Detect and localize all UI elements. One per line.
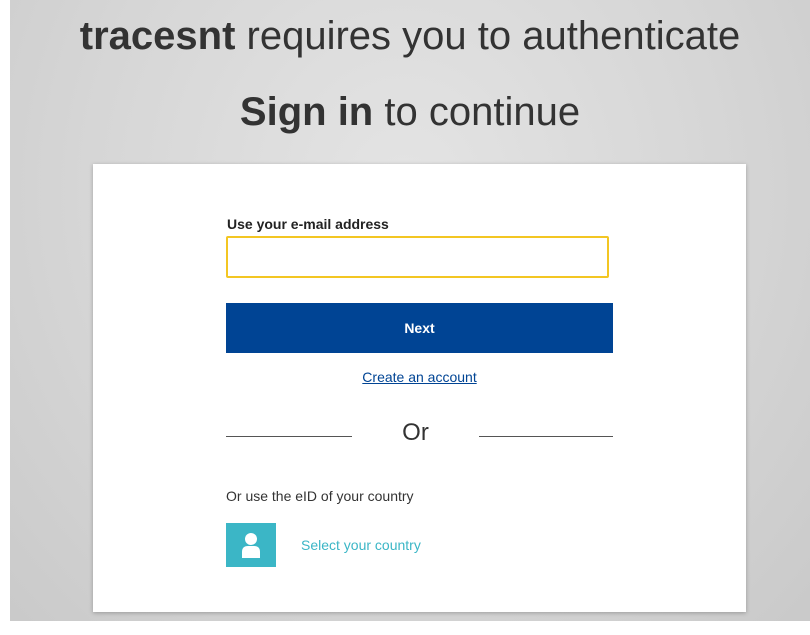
email-input[interactable] — [226, 236, 609, 278]
page-title: tracesnt requires you to authenticate — [10, 10, 810, 62]
select-country-button[interactable]: Select your country — [226, 523, 421, 567]
sign-in-rest: to continue — [373, 90, 581, 134]
create-account-link[interactable]: Create an account — [226, 369, 613, 385]
divider-left — [226, 436, 352, 437]
or-separator: Or — [402, 419, 429, 446]
sign-in-bold: Sign in — [239, 90, 374, 134]
app-name: tracesnt — [79, 14, 236, 58]
left-edge-strip — [0, 0, 10, 635]
bottom-edge-strip — [0, 621, 810, 635]
login-card: Use your e-mail address Next Create an a… — [93, 164, 746, 612]
next-button[interactable]: Next — [226, 303, 613, 353]
divider-right — [479, 436, 613, 437]
select-country-link[interactable]: Select your country — [301, 537, 421, 553]
email-label: Use your e-mail address — [227, 216, 389, 232]
person-icon-glyph — [242, 533, 260, 558]
person-icon[interactable] — [226, 523, 276, 567]
sign-in-heading: Sign in to continue — [10, 86, 810, 138]
title-text: requires you to authenticate — [235, 14, 741, 58]
eid-label: Or use the eID of your country — [226, 488, 414, 504]
